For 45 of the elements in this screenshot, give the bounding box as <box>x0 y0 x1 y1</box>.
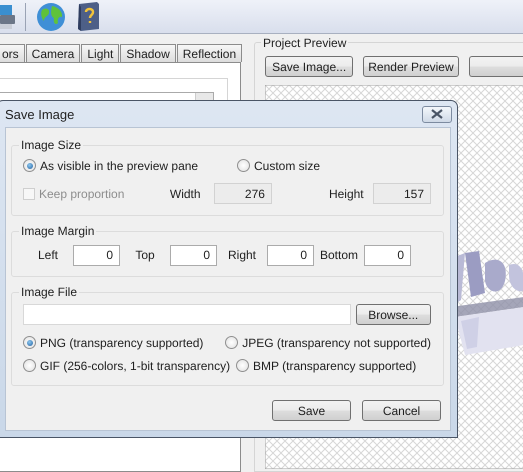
radio-label: Custom size <box>254 158 320 172</box>
save-image-button[interactable]: Save Image... <box>265 56 354 77</box>
radio-label: BMP (transparency supported) <box>253 358 416 372</box>
browse-button[interactable]: Browse... <box>356 304 431 325</box>
radio-button[interactable] <box>23 359 36 372</box>
tab[interactable]: ors <box>0 44 25 62</box>
radio-label: As visible in the preview pane <box>40 158 198 172</box>
margin-field[interactable]: 0 <box>364 244 411 266</box>
tab[interactable]: Camera <box>26 44 80 62</box>
radio-button[interactable] <box>225 336 238 349</box>
radio-label: PNG (transparency supported) <box>40 336 204 350</box>
toolbar-button[interactable] <box>468 56 523 77</box>
radio-button[interactable] <box>23 336 36 349</box>
field-label: Top <box>134 248 156 262</box>
radio-label: JPEG (transparency not supported) <box>242 336 431 350</box>
help-book-icon[interactable] <box>76 2 100 32</box>
tab[interactable]: Shadow <box>120 44 176 62</box>
group-title: Image Margin <box>20 224 96 238</box>
field-label: Right <box>226 248 257 262</box>
close-button[interactable] <box>422 106 452 122</box>
cancel-button[interactable]: Cancel <box>362 400 441 421</box>
margin-field[interactable]: 0 <box>267 244 314 266</box>
group-title: Image File <box>20 285 78 299</box>
field-label: Height <box>328 186 365 200</box>
margin-field[interactable]: 0 <box>170 244 217 266</box>
tab[interactable]: Reflection <box>176 44 242 62</box>
margin-field[interactable]: 0 <box>73 244 120 266</box>
checkbox-label: Keep proportion <box>39 186 124 200</box>
field-label: Bottom <box>318 248 359 262</box>
file-path-field[interactable] <box>23 304 350 325</box>
radio-button[interactable] <box>237 159 250 172</box>
group-title: Project Preview <box>261 36 348 50</box>
group-title: Image Size <box>20 138 82 152</box>
dialog-title: Save Image <box>5 106 74 122</box>
tab[interactable]: Light <box>81 44 120 62</box>
radio-label: GIF (256-colors, 1-bit transparency) <box>40 358 230 372</box>
globe-icon[interactable] <box>36 2 66 32</box>
field-label: Left <box>36 248 59 262</box>
radio-button[interactable] <box>23 159 36 172</box>
radio-button[interactable] <box>236 359 249 372</box>
save-button[interactable]: Save <box>272 400 351 421</box>
render-preview-button[interactable]: Render Preview <box>363 56 459 77</box>
printer-icon[interactable] <box>0 2 15 30</box>
close-icon <box>431 109 443 119</box>
field-label: Width <box>170 186 202 200</box>
